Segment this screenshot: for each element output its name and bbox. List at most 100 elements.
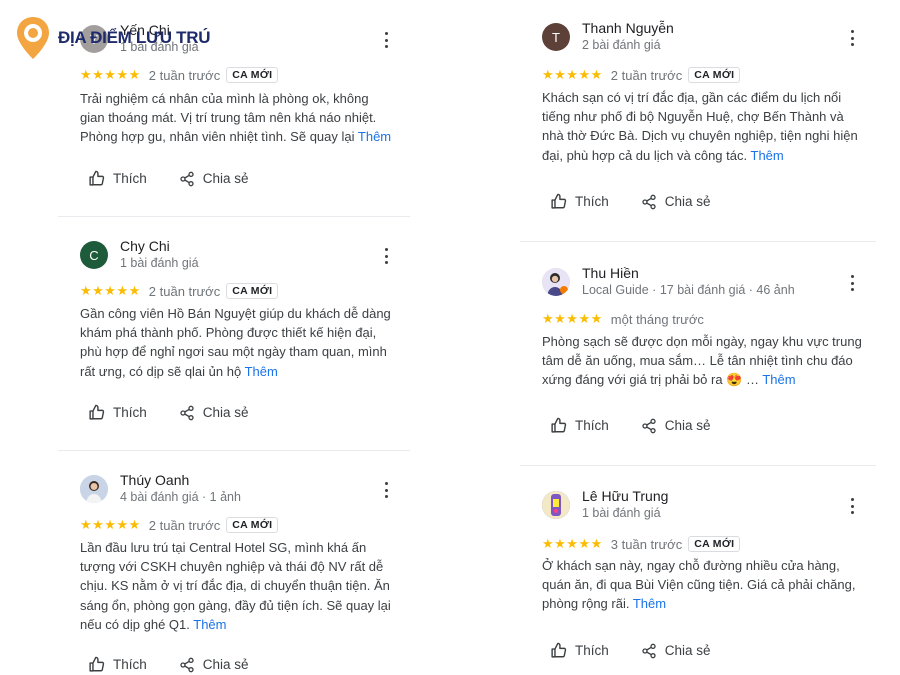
like-button[interactable]: Thích: [88, 170, 147, 187]
review-card: T Thanh Nguyễn 2 bài đánh giá ★★★★★ 2 tu…: [520, 0, 876, 242]
star-rating: ★★★★★: [80, 283, 141, 299]
share-icon: [180, 405, 194, 420]
user-photo-icon: [542, 268, 570, 296]
avatar[interactable]: T: [542, 23, 570, 51]
thumbs-up-icon: [89, 656, 105, 672]
like-button[interactable]: Thích: [550, 417, 609, 434]
review-body: Khách sạn có vị trí đắc địa, gần các điể…: [542, 90, 858, 163]
more-options-icon[interactable]: [380, 482, 392, 498]
review-date: 2 tuần trước: [148, 517, 221, 533]
read-more-link[interactable]: Thêm: [245, 364, 278, 379]
more-options-icon[interactable]: [846, 30, 858, 46]
review-header: Thúy Oanh 4 bài đánh giá · 1 ảnh: [80, 472, 241, 506]
read-more-link[interactable]: Thêm: [762, 372, 795, 387]
more-options-icon[interactable]: [846, 275, 858, 291]
like-label: Thích: [113, 405, 147, 420]
read-more-link[interactable]: Thêm: [633, 596, 666, 611]
review-text: Ở khách sạn này, ngay chỗ đường nhiều cử…: [542, 556, 862, 614]
review-actions: Thích Chia sẻ: [88, 404, 249, 421]
reviewer-name[interactable]: Chy Chi: [120, 238, 199, 255]
read-more-link[interactable]: Thêm: [751, 148, 784, 163]
share-button[interactable]: Chia sẻ: [641, 643, 711, 659]
star-rating: ★★★★★: [542, 312, 603, 327]
reviewer-meta: 1 bài đánh giá: [120, 256, 199, 270]
like-label: Thích: [575, 418, 609, 433]
star-rating: ★★★★★: [542, 536, 603, 552]
star-rating: ★★★★★: [80, 517, 141, 533]
star-rating: ★★★★★: [80, 67, 141, 83]
avatar[interactable]: [542, 268, 570, 296]
like-label: Thích: [113, 657, 147, 672]
review-card: Thúy Oanh 4 bài đánh giá · 1 ảnh ★★★★★ 2…: [58, 451, 410, 675]
like-label: Thích: [575, 194, 609, 209]
like-button[interactable]: Thích: [88, 404, 147, 421]
more-options-icon[interactable]: [380, 32, 392, 48]
like-label: Thích: [113, 171, 147, 186]
location-pin-icon: [17, 17, 49, 59]
review-text: Phòng sạch sẽ được dọn mỗi ngày, ngay kh…: [542, 332, 862, 390]
review-body: Trải nghiệm cá nhân của mình là phòng ok…: [80, 91, 377, 145]
review-actions: Thích Chia sẻ: [550, 417, 711, 434]
avatar[interactable]: [542, 491, 570, 519]
thumbs-up-icon: [551, 417, 567, 433]
share-label: Chia sẻ: [664, 643, 711, 658]
review-header: C Chy Chi 1 bài đánh giá: [80, 238, 199, 272]
like-button[interactable]: Thích: [550, 193, 609, 210]
review-rating: ★★★★★ 2 tuần trước CA MỚI: [80, 67, 279, 83]
user-photo-icon: [542, 491, 570, 519]
avatar[interactable]: [80, 475, 108, 503]
review-rating: ★★★★★ 2 tuần trước CA MỚI: [80, 517, 279, 533]
thumbs-up-icon: [89, 170, 105, 186]
share-icon: [180, 171, 194, 186]
reviewer-meta: Local Guide · 17 bài đánh giá · 46 ảnh: [582, 283, 795, 297]
review-body: Phòng sạch sẽ được dọn mỗi ngày, ngay kh…: [542, 334, 862, 388]
share-icon: [642, 418, 656, 433]
new-badge: CA MỚI: [688, 536, 741, 552]
like-button[interactable]: Thích: [88, 656, 147, 673]
share-button[interactable]: Chia sẻ: [179, 171, 249, 187]
review-header: Thu Hiền Local Guide · 17 bài đánh giá ·…: [542, 265, 795, 299]
reviewer-name[interactable]: Thúy Oanh: [120, 472, 241, 489]
review-card: Thu Hiền Local Guide · 17 bài đánh giá ·…: [520, 242, 876, 466]
share-icon: [180, 657, 194, 672]
new-badge: CA MỚI: [226, 517, 279, 533]
reviewer-name[interactable]: Thu Hiền: [582, 265, 795, 282]
review-actions: Thích Chia sẻ: [550, 193, 711, 210]
like-button[interactable]: Thích: [550, 642, 609, 659]
more-options-icon[interactable]: [846, 498, 858, 514]
share-button[interactable]: Chia sẻ: [179, 657, 249, 673]
review-card: C Chy Chi 1 bài đánh giá ★★★★★ 2 tuần tr…: [58, 217, 410, 451]
review-body: Ở khách sạn này, ngay chỗ đường nhiều cử…: [542, 558, 856, 612]
reviewer-info: Thanh Nguyễn 2 bài đánh giá: [582, 20, 674, 54]
reviewer-info: Chy Chi 1 bài đánh giá: [120, 238, 199, 272]
review-rating: ★★★★★ 3 tuần trước CA MỚI: [542, 536, 741, 552]
review-rating: ★★★★★ 2 tuần trước CA MỚI: [80, 283, 279, 299]
review-body: Lần đầu lưu trú tại Central Hotel SG, mì…: [80, 540, 391, 632]
more-options-icon[interactable]: [380, 248, 392, 264]
share-label: Chia sẻ: [202, 405, 249, 420]
read-more-link[interactable]: Thêm: [358, 129, 391, 144]
review-actions: Thích Chia sẻ: [550, 642, 711, 659]
logo-text: ĐỊA ĐIỂM LƯU TRÚ: [58, 28, 211, 47]
avatar[interactable]: C: [80, 241, 108, 269]
review-text: Khách sạn có vị trí đắc địa, gần các điể…: [542, 88, 862, 165]
reviewer-name[interactable]: Thanh Nguyễn: [582, 20, 674, 37]
thumbs-up-icon: [551, 193, 567, 209]
read-more-link[interactable]: Thêm: [193, 617, 226, 632]
share-button[interactable]: Chia sẻ: [641, 418, 711, 434]
share-icon: [642, 194, 656, 209]
site-logo: ĐỊA ĐIỂM LƯU TRÚ: [14, 15, 211, 61]
review-rating: ★★★★★ 2 tuần trước CA MỚI: [542, 67, 741, 83]
share-label: Chia sẻ: [664, 418, 711, 433]
reviewer-info: Thúy Oanh 4 bài đánh giá · 1 ảnh: [120, 472, 241, 506]
share-label: Chia sẻ: [664, 194, 711, 209]
star-rating: ★★★★★: [542, 67, 603, 83]
reviewer-name[interactable]: Lê Hữu Trung: [582, 488, 668, 505]
reviewer-info: Thu Hiền Local Guide · 17 bài đánh giá ·…: [582, 265, 795, 299]
new-badge: CA MỚI: [226, 283, 279, 299]
share-button[interactable]: Chia sẻ: [641, 194, 711, 210]
reviewer-meta: 1 bài đánh giá: [582, 506, 661, 520]
reviewer-meta: 2 bài đánh giá: [582, 38, 661, 52]
share-button[interactable]: Chia sẻ: [179, 405, 249, 421]
review-header: Lê Hữu Trung 1 bài đánh giá: [542, 488, 668, 522]
